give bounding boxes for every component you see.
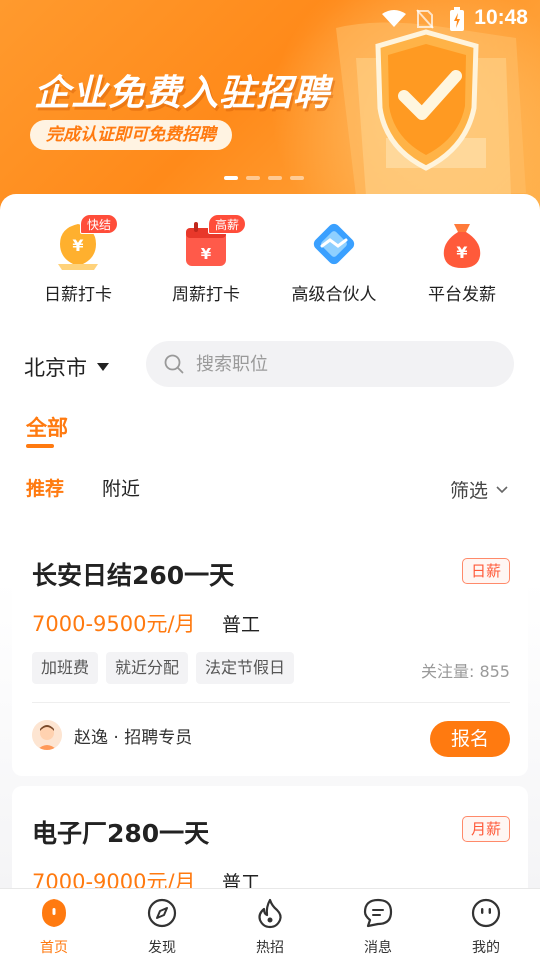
nav-messages[interactable]: 消息 bbox=[324, 897, 432, 957]
nav-mine[interactable]: 我的 bbox=[432, 897, 540, 957]
tab-indicator bbox=[26, 444, 54, 448]
nav-hot[interactable]: 热招 bbox=[216, 897, 324, 957]
carousel-dot bbox=[290, 176, 304, 180]
job-tags: 加班费 就近分配 法定节假日 bbox=[32, 652, 295, 684]
city-selector[interactable]: 北京市 bbox=[24, 352, 109, 382]
quick-action-label: 日薪打卡 bbox=[44, 285, 112, 305]
svg-text:¥: ¥ bbox=[456, 243, 467, 262]
quick-action-label: 平台发薪 bbox=[428, 285, 496, 305]
flame-icon bbox=[258, 898, 282, 929]
status-bar: 10:48 bbox=[0, 0, 540, 38]
job-type: 普工 bbox=[222, 614, 261, 636]
avatar bbox=[32, 720, 62, 750]
chat-bubble-icon bbox=[363, 898, 393, 928]
tab-nearby[interactable]: 附近 bbox=[90, 472, 152, 506]
carousel-dot bbox=[246, 176, 260, 180]
filter-label: 筛选 bbox=[449, 480, 488, 502]
chevron-down-icon bbox=[496, 485, 508, 493]
recruiter-name: 赵逸 · 招聘专员 bbox=[74, 727, 193, 748]
no-sim-icon bbox=[416, 9, 434, 29]
pay-type-badge: 月薪 bbox=[461, 816, 510, 842]
svg-text:¥: ¥ bbox=[72, 236, 83, 255]
pay-type-badge: 日薪 bbox=[461, 558, 510, 584]
money-bag-icon: ¥ bbox=[443, 224, 481, 268]
quick-action-daily-pay[interactable]: ¥ 快结 日薪打卡 bbox=[18, 214, 138, 305]
recruiter-info[interactable]: 赵逸 · 招聘专员 bbox=[32, 720, 192, 750]
filter-button[interactable]: 筛选 bbox=[450, 476, 508, 503]
nav-label: 热招 bbox=[256, 940, 284, 956]
quick-actions: ¥ 快结 日薪打卡 ¥ 高薪 周薪打卡 高级合伙人 ¥ 平台发薪 bbox=[0, 214, 540, 316]
search-icon bbox=[164, 354, 184, 374]
home-icon bbox=[42, 899, 66, 927]
job-tag: 法定节假日 bbox=[196, 652, 295, 684]
nav-discover[interactable]: 发现 bbox=[108, 897, 216, 957]
nav-home[interactable]: 首页 bbox=[0, 897, 108, 957]
caret-down-icon bbox=[97, 363, 109, 371]
status-time: 10:48 bbox=[474, 6, 528, 29]
nav-label: 首页 bbox=[40, 940, 68, 956]
job-title: 电子厂280一天 bbox=[32, 819, 210, 848]
city-name: 北京市 bbox=[24, 356, 87, 380]
promo-banner[interactable]: 10:48 企业免费入驻招聘 完成认证即可免费招聘 bbox=[0, 0, 540, 215]
carousel-dot bbox=[268, 176, 282, 180]
nav-label: 我的 bbox=[472, 940, 500, 956]
tab-all[interactable]: 全部 bbox=[26, 412, 68, 442]
badge-fast-settle: 快结 bbox=[80, 214, 119, 234]
job-tag: 加班费 bbox=[32, 652, 99, 684]
badge-high-pay: 高薪 bbox=[208, 214, 247, 234]
banner-subtitle: 完成认证即可免费招聘 bbox=[30, 120, 232, 150]
search-bar[interactable] bbox=[146, 341, 514, 387]
tab-recommend[interactable]: 推荐 bbox=[14, 472, 77, 506]
banner-title: 企业免费入驻招聘 bbox=[34, 73, 331, 114]
follow-count: 关注量: 855 bbox=[420, 662, 510, 681]
wifi-icon bbox=[382, 10, 406, 27]
carousel-indicator bbox=[224, 176, 304, 180]
quick-action-label: 周薪打卡 bbox=[172, 285, 240, 305]
handshake-icon bbox=[313, 223, 355, 265]
bottom-navigation: 首页 发现 热招 消息 我的 bbox=[0, 888, 540, 960]
divider bbox=[32, 702, 510, 703]
battery-charging-icon bbox=[450, 7, 464, 31]
sub-tabs: 推荐 附近 bbox=[14, 472, 152, 506]
main-content: ¥ 快结 日薪打卡 ¥ 高薪 周薪打卡 高级合伙人 ¥ 平台发薪 北京市 搜索职… bbox=[0, 194, 540, 926]
nav-label: 消息 bbox=[364, 940, 392, 956]
job-tag: 就近分配 bbox=[106, 652, 189, 684]
compass-icon bbox=[147, 898, 177, 928]
job-card[interactable]: 长安日结260一天 日薪 7000-9500元/月 普工 加班费 就近分配 法定… bbox=[12, 528, 528, 776]
search-input[interactable] bbox=[196, 353, 476, 375]
quick-action-weekly-pay[interactable]: ¥ 高薪 周薪打卡 bbox=[146, 214, 266, 305]
job-salary: 7000-9500元/月 bbox=[32, 612, 196, 636]
job-title: 长安日结260一天 bbox=[32, 561, 235, 590]
profile-face-icon bbox=[471, 898, 501, 928]
svg-text:¥: ¥ bbox=[201, 245, 212, 263]
quick-action-partner[interactable]: 高级合伙人 bbox=[274, 216, 394, 305]
nav-label: 发现 bbox=[148, 940, 176, 956]
quick-action-platform-pay[interactable]: ¥ 平台发薪 bbox=[402, 216, 522, 305]
apply-button[interactable]: 报名 bbox=[430, 721, 510, 757]
shield-check-illustration bbox=[336, 22, 526, 197]
carousel-dot bbox=[224, 176, 238, 180]
quick-action-label: 高级合伙人 bbox=[291, 285, 377, 305]
